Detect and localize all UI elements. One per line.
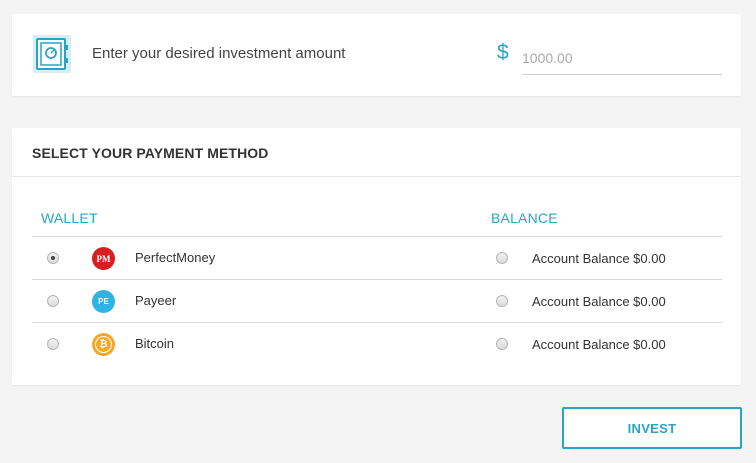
balance-radio-payeer[interactable] — [496, 295, 508, 307]
bitcoin-logo-icon: ₿ — [92, 333, 115, 356]
account-balance-label: Account Balance $0.00 — [532, 337, 666, 352]
account-balance-label: Account Balance $0.00 — [532, 294, 666, 309]
currency-symbol: $ — [497, 41, 509, 64]
account-balance-label: Account Balance $0.00 — [532, 251, 666, 266]
payment-row-payeer: PE Payeer Account Balance $0.00 — [32, 279, 722, 322]
payment-row-perfectmoney: PM PerfectMoney Account Balance $0.00 — [32, 236, 722, 279]
wallet-radio-payeer[interactable] — [47, 295, 59, 307]
payment-method-card: SELECT YOUR PAYMENT METHOD WALLET BALANC… — [12, 128, 741, 385]
wallet-radio-bitcoin[interactable] — [47, 338, 59, 350]
wallet-column-heading: WALLET — [41, 210, 98, 226]
bitcoin-symbol: ₿ — [95, 336, 112, 353]
wallet-name: PerfectMoney — [135, 250, 216, 265]
invest-button[interactable]: INVEST — [562, 407, 742, 449]
payment-method-title: SELECT YOUR PAYMENT METHOD — [12, 128, 741, 177]
safe-icon — [33, 35, 71, 73]
investment-amount-label: Enter your desired investment amount — [92, 45, 346, 62]
payment-row-bitcoin: ₿ Bitcoin Account Balance $0.00 — [32, 322, 722, 365]
balance-radio-bitcoin[interactable] — [496, 338, 508, 350]
balance-column-heading: BALANCE — [491, 210, 558, 226]
perfectmoney-logo-icon: PM — [92, 247, 115, 270]
wallet-radio-perfectmoney[interactable] — [47, 252, 59, 264]
investment-card: Enter your desired investment amount $ — [12, 14, 741, 96]
investment-amount-input[interactable] — [522, 42, 722, 75]
wallet-name: Bitcoin — [135, 336, 175, 351]
balance-radio-perfectmoney[interactable] — [496, 252, 508, 264]
wallet-name: Payeer — [135, 293, 177, 308]
payeer-logo-icon: PE — [92, 290, 115, 313]
